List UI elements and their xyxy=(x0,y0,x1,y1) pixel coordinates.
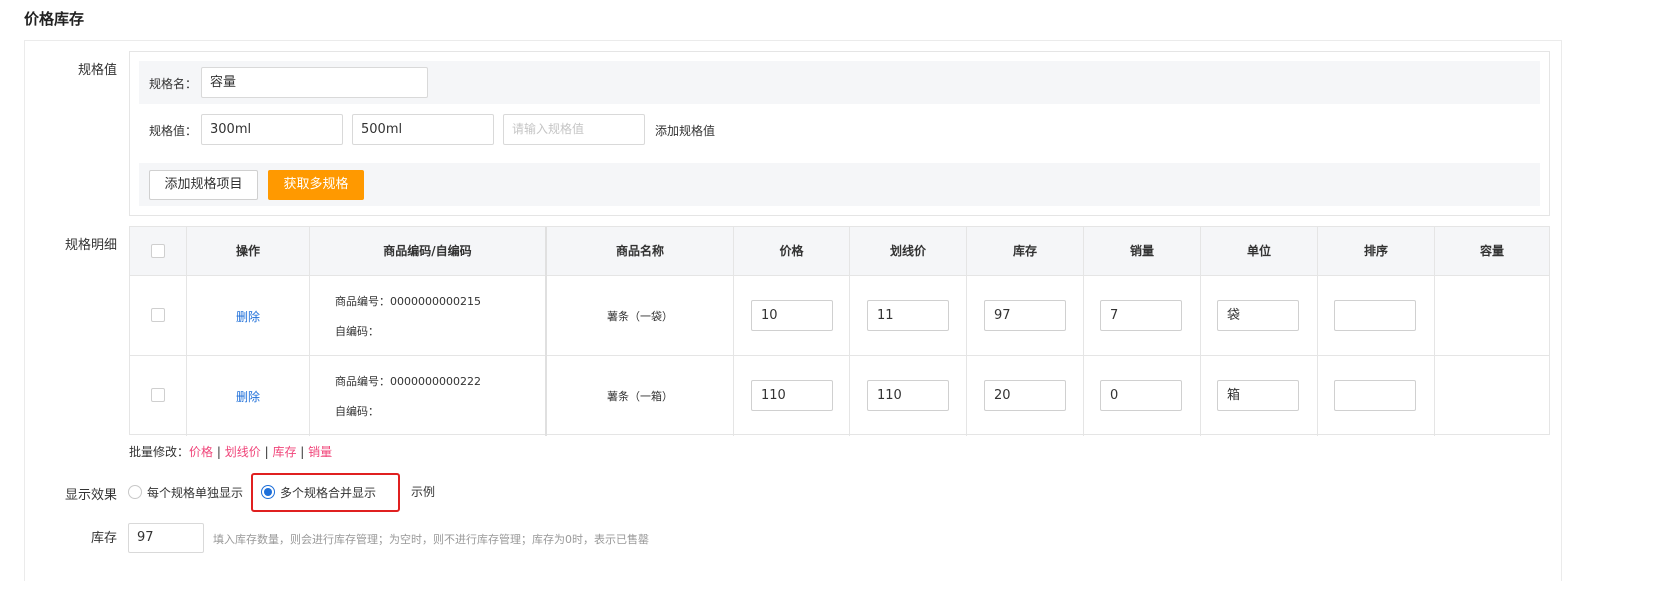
option-separate-label[interactable]: 每个规格单独显示 xyxy=(147,484,243,501)
row-checkbox[interactable] xyxy=(151,388,165,402)
spec-value-label: 规格值 xyxy=(77,63,117,78)
self-code: 自编码： xyxy=(335,325,379,338)
add-spec-value-link[interactable]: 添加规格值 xyxy=(655,122,715,139)
spec-value-input-new[interactable]: 请输入规格值 xyxy=(503,114,645,145)
batch-strike-price-link[interactable]: 划线价 xyxy=(225,445,261,459)
delete-row-link[interactable]: 删除 xyxy=(187,308,309,325)
spec-value-input-2[interactable]: 500ml xyxy=(352,114,494,145)
spec-value-input-1[interactable]: 300ml xyxy=(201,114,343,145)
add-spec-item-button[interactable]: 添加规格项目 xyxy=(149,170,258,200)
spec-name-label: 规格名： xyxy=(149,77,198,91)
header-sales: 销量 xyxy=(1129,244,1154,258)
get-multi-spec-button[interactable]: 获取多规格 xyxy=(268,170,364,200)
strike-price-input[interactable]: 11 xyxy=(867,300,949,331)
spec-name-input[interactable]: 容量 xyxy=(201,67,428,98)
batch-edit-bar: 批量修改：价格 | 划线价 | 库存 | 销量 xyxy=(129,443,332,460)
spec-detail-table: 操作 商品编码/自编码 商品名称 价格 划线价 库存 销量 单位 排序 容量 删… xyxy=(129,226,1550,436)
unit-input[interactable]: 箱 xyxy=(1217,380,1299,411)
batch-separator: | xyxy=(216,445,221,459)
sales-input[interactable]: 0 xyxy=(1100,380,1182,411)
header-stock: 库存 xyxy=(1012,244,1037,258)
batch-price-link[interactable]: 价格 xyxy=(189,445,213,459)
strike-price-input[interactable]: 110 xyxy=(867,380,949,411)
product-name: 薯条（一箱） xyxy=(607,390,673,403)
display-effect-label: 显示效果 xyxy=(64,488,117,503)
batch-separator: | xyxy=(300,445,305,459)
stock-input[interactable]: 20 xyxy=(984,380,1066,411)
price-input[interactable]: 10 xyxy=(751,300,833,331)
header-op: 操作 xyxy=(235,244,260,258)
sales-input[interactable]: 7 xyxy=(1100,300,1182,331)
sort-input[interactable] xyxy=(1334,380,1416,411)
batch-sales-link[interactable]: 销量 xyxy=(308,445,332,459)
header-unit: 单位 xyxy=(1246,244,1271,258)
header-name: 商品名称 xyxy=(615,244,664,258)
spec-value-row-label: 规格值： xyxy=(149,124,198,138)
select-all-checkbox[interactable] xyxy=(151,244,165,258)
spec-editor: 规格名： 容量 规格值： 300ml 500ml 请输入规格值 添加规格值 添加… xyxy=(129,51,1550,216)
header-code: 商品编码/自编码 xyxy=(383,244,472,258)
stock-hint: 填入库存数量，则会进行库存管理；为空时，则不进行库存管理；库存为0时，表示已售罄 xyxy=(213,533,649,546)
radio-separate[interactable] xyxy=(128,485,142,499)
header-strike-price: 划线价 xyxy=(889,244,926,258)
price-input[interactable]: 110 xyxy=(751,380,833,411)
spec-detail-label: 规格明细 xyxy=(64,238,117,253)
option-merge-label[interactable]: 多个规格合并显示 xyxy=(280,484,376,501)
total-stock-input[interactable]: 97 xyxy=(128,523,204,553)
batch-edit-label: 批量修改： xyxy=(129,445,190,459)
batch-separator: | xyxy=(264,445,269,459)
row-checkbox[interactable] xyxy=(151,308,165,322)
product-code: 商品编号：0000000000222 xyxy=(335,375,481,388)
product-name: 薯条（一袋） xyxy=(607,310,673,323)
stock-input[interactable]: 97 xyxy=(984,300,1066,331)
header-price: 价格 xyxy=(779,244,804,258)
product-code: 商品编号：0000000000215 xyxy=(335,295,481,308)
page-title: 价格库存 xyxy=(24,10,85,28)
unit-input[interactable]: 袋 xyxy=(1217,300,1299,331)
example-link[interactable]: 示例 xyxy=(411,483,435,500)
header-capacity: 容量 xyxy=(1479,244,1504,258)
radio-merge[interactable] xyxy=(261,485,275,499)
header-sort: 排序 xyxy=(1363,244,1388,258)
self-code: 自编码： xyxy=(335,405,379,418)
sort-input[interactable] xyxy=(1334,300,1416,331)
delete-row-link[interactable]: 删除 xyxy=(187,388,309,405)
stock-label: 库存 xyxy=(90,531,117,546)
batch-stock-link[interactable]: 库存 xyxy=(272,445,296,459)
